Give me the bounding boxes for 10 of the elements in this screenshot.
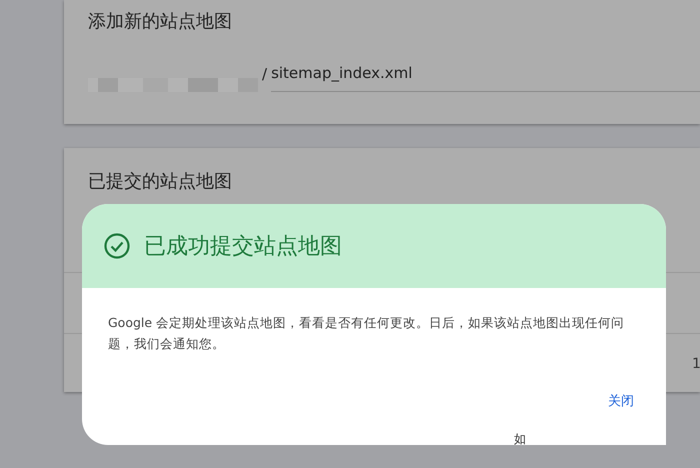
dialog-title: 已成功提交站点地图 bbox=[144, 232, 342, 260]
url-prefix: / bbox=[262, 64, 268, 85]
card-title: 添加新的站点地图 bbox=[88, 10, 233, 34]
card-title: 已提交的站点地图 bbox=[88, 170, 233, 194]
table-cell-text: 1 bbox=[692, 355, 700, 374]
sitemap-url-field[interactable]: sitemap_index.xml bbox=[271, 62, 700, 92]
background-text: 如 bbox=[514, 431, 526, 445]
check-circle-icon bbox=[104, 233, 130, 259]
dialog-message: Google 会定期处理该站点地图，看看是否有任何更改。日后，如果该站点地图出现任何问题，我们会通知您。 bbox=[107, 314, 626, 353]
close-button[interactable]: 关闭 bbox=[604, 388, 638, 416]
